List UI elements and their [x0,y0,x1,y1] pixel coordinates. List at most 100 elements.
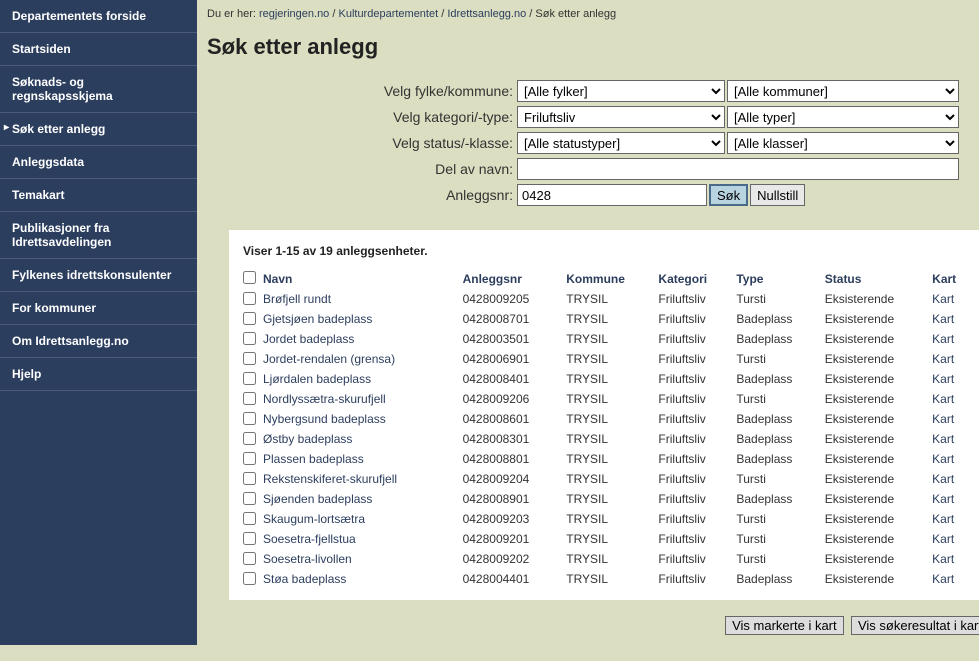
row-type: Tursti [736,470,824,490]
row-checkbox[interactable] [243,332,256,345]
row-kategori: Friluftsliv [658,290,736,310]
row-kommune: TRYSIL [566,530,658,550]
row-checkbox[interactable] [243,432,256,445]
input-navn[interactable] [517,158,959,180]
sidebar-item-2[interactable]: Søknads- og regnskapsskjema [0,66,197,113]
breadcrumb: Du er her: regjeringen.no / Kulturdepart… [197,0,979,28]
row-kart-link[interactable]: Kart [932,452,954,466]
row-kart-link[interactable]: Kart [932,292,954,306]
row-kategori: Friluftsliv [658,450,736,470]
breadcrumb-link-0[interactable]: regjeringen.no [259,8,329,20]
table-row: Østby badeplass0428008301TRYSILFriluftsl… [243,430,975,450]
row-name-link[interactable]: Nybergsund badeplass [263,412,386,426]
table-row: Rekstenskiferet-skurufjell0428009204TRYS… [243,470,975,490]
row-name-link[interactable]: Brøfjell rundt [263,292,331,306]
select-fylke[interactable]: [Alle fylker] [517,80,725,102]
select-kommune[interactable]: [Alle kommuner] [727,80,959,102]
row-name-link[interactable]: Soesetra-fjellstua [263,532,356,546]
row-kart-link[interactable]: Kart [932,572,954,586]
table-row: Gjetsjøen badeplass0428008701TRYSILFrilu… [243,310,975,330]
sidebar-item-5[interactable]: Temakart [0,179,197,212]
row-checkbox[interactable] [243,512,256,525]
row-name-link[interactable]: Østby badeplass [263,432,352,446]
row-type: Badeplass [736,310,824,330]
row-type: Tursti [736,550,824,570]
sidebar-item-4[interactable]: Anleggsdata [0,146,197,179]
sidebar-item-9[interactable]: Om Idrettsanlegg.no [0,325,197,358]
show-all-button[interactable]: Vis søkeresultat i kart [851,616,979,635]
row-anleggsnr: 0428009206 [463,390,567,410]
row-checkbox[interactable] [243,312,256,325]
row-checkbox[interactable] [243,412,256,425]
row-type: Badeplass [736,490,824,510]
sidebar-item-0[interactable]: Departementets forside [0,0,197,33]
row-kart-link[interactable]: Kart [932,412,954,426]
row-type: Tursti [736,350,824,370]
select-klasse[interactable]: [Alle klasser] [727,132,959,154]
row-name-link[interactable]: Jordet-rendalen (grensa) [263,352,395,366]
select-type[interactable]: [Alle typer] [727,106,959,128]
row-name-link[interactable]: Nordlyssætra-skurufjell [263,392,386,406]
sidebar-item-8[interactable]: For kommuner [0,292,197,325]
row-checkbox[interactable] [243,452,256,465]
col-kommune[interactable]: Kommune [566,268,658,290]
row-kart-link[interactable]: Kart [932,332,954,346]
row-checkbox[interactable] [243,492,256,505]
row-kart-link[interactable]: Kart [932,532,954,546]
row-status: Eksisterende [825,530,932,550]
col-navn[interactable]: Navn [263,268,463,290]
col-kart[interactable]: Kart [932,268,975,290]
col-type[interactable]: Type [736,268,824,290]
row-name-link[interactable]: Gjetsjøen badeplass [263,312,372,326]
row-kart-link[interactable]: Kart [932,492,954,506]
row-kategori: Friluftsliv [658,330,736,350]
breadcrumb-link-1[interactable]: Kulturdepartementet [338,8,438,20]
show-marked-button[interactable]: Vis markerte i kart [725,616,844,635]
input-anleggsnr[interactable] [517,184,707,206]
col-status[interactable]: Status [825,268,932,290]
reset-button[interactable]: Nullstill [750,184,805,206]
row-kart-link[interactable]: Kart [932,392,954,406]
row-kart-link[interactable]: Kart [932,372,954,386]
row-anleggsnr: 0428008301 [463,430,567,450]
row-checkbox[interactable] [243,352,256,365]
sidebar-item-1[interactable]: Startsiden [0,33,197,66]
select-kategori[interactable]: Friluftsliv [517,106,725,128]
row-checkbox[interactable] [243,372,256,385]
row-name-link[interactable]: Skaugum-lortsætra [263,512,365,526]
sidebar-item-7[interactable]: Fylkenes idrettskonsulenter [0,259,197,292]
sidebar-item-3[interactable]: Søk etter anlegg [0,113,197,146]
row-checkbox[interactable] [243,292,256,305]
row-type: Badeplass [736,430,824,450]
label-navn: Del av navn: [237,161,517,177]
row-anleggsnr: 0428008901 [463,490,567,510]
row-anleggsnr: 0428003501 [463,330,567,350]
select-status[interactable]: [Alle statustyper] [517,132,725,154]
row-checkbox[interactable] [243,572,256,585]
row-name-link[interactable]: Soesetra-livollen [263,552,352,566]
row-kart-link[interactable]: Kart [932,512,954,526]
sidebar-item-10[interactable]: Hjelp [0,358,197,391]
row-checkbox[interactable] [243,532,256,545]
select-all-checkbox[interactable] [243,271,256,284]
col-kategori[interactable]: Kategori [658,268,736,290]
row-name-link[interactable]: Plassen badeplass [263,452,364,466]
row-name-link[interactable]: Jordet badeplass [263,332,354,346]
row-checkbox[interactable] [243,472,256,485]
row-kart-link[interactable]: Kart [932,552,954,566]
row-kart-link[interactable]: Kart [932,312,954,326]
row-type: Tursti [736,390,824,410]
row-name-link[interactable]: Ljørdalen badeplass [263,372,371,386]
col-anleggsnr[interactable]: Anleggsnr [463,268,567,290]
row-kart-link[interactable]: Kart [932,352,954,366]
breadcrumb-link-2[interactable]: Idrettsanlegg.no [447,8,526,20]
row-kart-link[interactable]: Kart [932,472,954,486]
row-checkbox[interactable] [243,552,256,565]
sidebar-item-6[interactable]: Publikasjoner fra Idrettsavdelingen [0,212,197,259]
row-name-link[interactable]: Rekstenskiferet-skurufjell [263,472,397,486]
row-name-link[interactable]: Støa badeplass [263,572,346,586]
row-kart-link[interactable]: Kart [932,432,954,446]
row-checkbox[interactable] [243,392,256,405]
search-button[interactable]: Søk [709,184,748,206]
row-name-link[interactable]: Sjøenden badeplass [263,492,372,506]
